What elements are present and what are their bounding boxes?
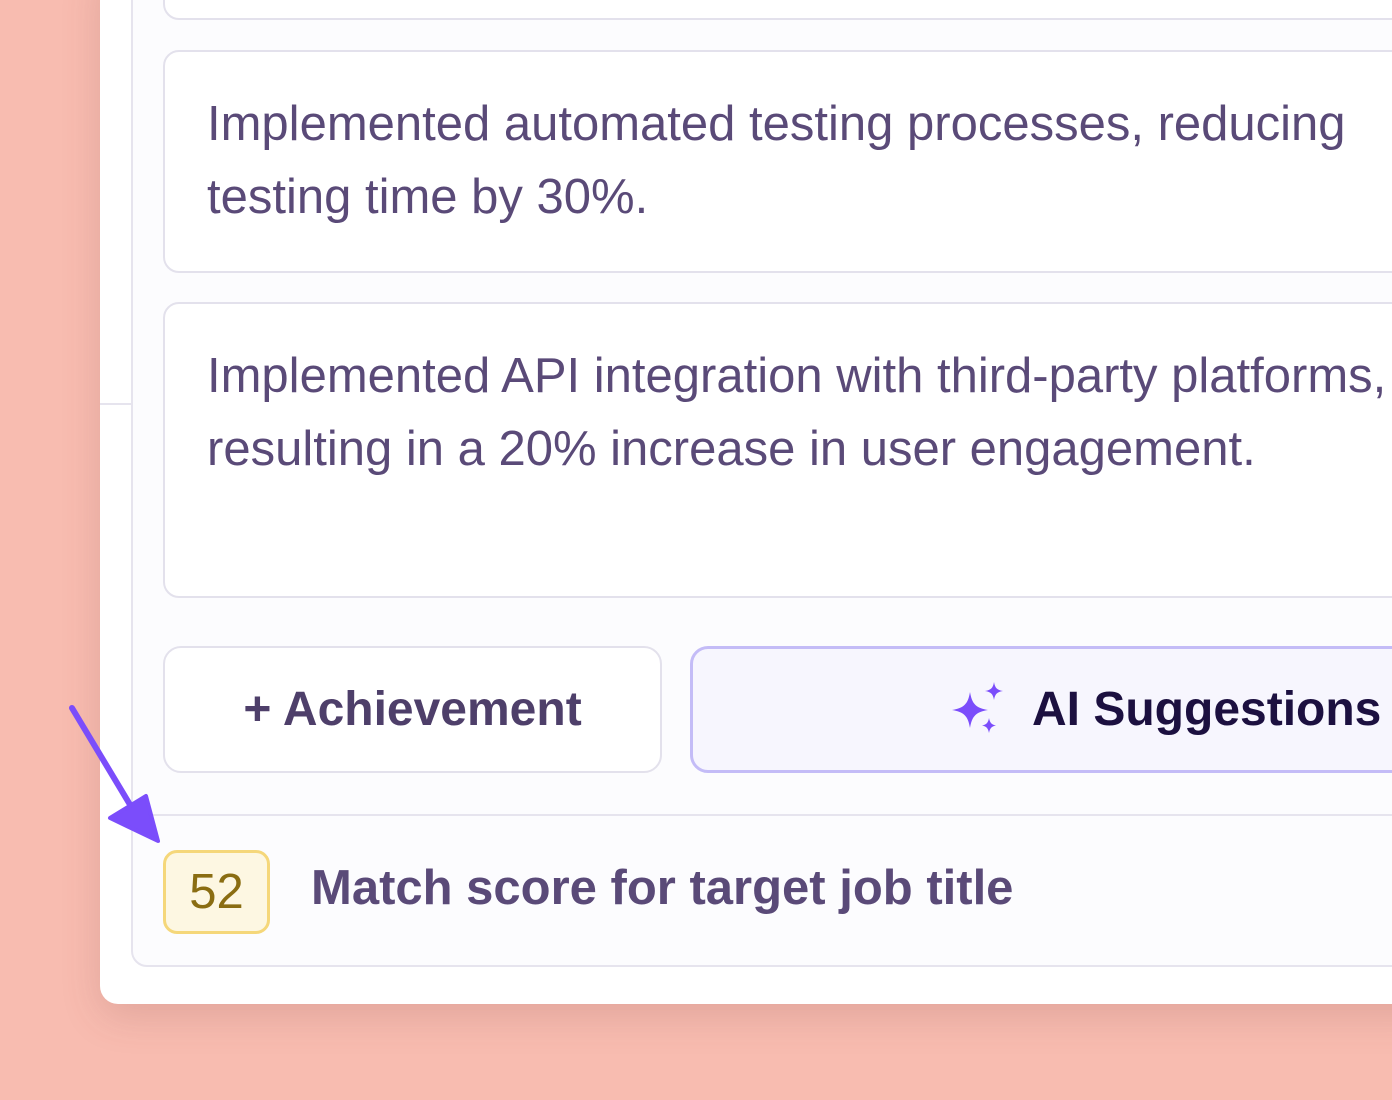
screenshot-stage: Implemented automated testing processes,… — [0, 0, 1392, 1100]
match-score-value: 52 — [189, 865, 244, 919]
match-score-badge: 52 — [163, 850, 270, 934]
sparkles-icon — [952, 681, 1003, 733]
achievement-field[interactable]: Implemented API integration with third-p… — [163, 302, 1392, 598]
achievement-text-line: testing time by 30%. — [207, 170, 649, 224]
achievement-text-line: resulting in a 20% increase in user enga… — [207, 422, 1256, 476]
ai-suggestions-label: AI Suggestions — [1032, 683, 1382, 736]
section-divider — [100, 403, 133, 405]
add-achievement-label: + Achievement — [243, 683, 582, 736]
achievement-text-line: Implemented automated testing processes,… — [207, 97, 1346, 151]
ai-suggestions-button[interactable]: AI Suggestions — [690, 646, 1392, 773]
pointer-arrow-icon — [69, 705, 160, 843]
match-score-label: Match score for target job title — [311, 861, 1014, 915]
footer-divider — [133, 814, 1392, 816]
achievement-field[interactable]: Implemented automated testing processes,… — [163, 50, 1392, 273]
achievement-field-partial[interactable] — [163, 0, 1392, 20]
achievement-text-line: Implemented API integration with third-p… — [207, 349, 1387, 403]
add-achievement-button[interactable]: + Achievement — [163, 646, 662, 773]
